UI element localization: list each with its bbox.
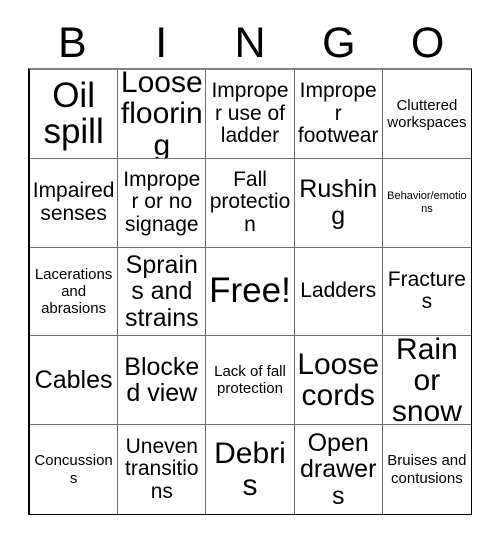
bingo-cell-label: Rain or snow <box>391 336 462 426</box>
bingo-cell[interactable]: Concussions <box>30 425 119 514</box>
bingo-cell-label: Oil spill <box>43 75 104 151</box>
bingo-cell[interactable]: Loose cords <box>294 336 383 426</box>
bingo-cell[interactable]: Improper footwear <box>294 70 383 159</box>
bingo-header-letter-b: B <box>58 19 87 67</box>
bingo-cell-label: Behavior/emotions <box>387 189 467 215</box>
bingo-cell[interactable]: Impaired senses <box>30 158 119 248</box>
bingo-cell-label: Debris <box>214 437 286 502</box>
bingo-cell-label: Fall protection <box>209 167 291 237</box>
bingo-cell-label: Cables <box>34 366 113 395</box>
bingo-cell-label: Bruises and contusions <box>387 452 467 487</box>
bingo-cell-label: Improper use of ladder <box>211 78 289 148</box>
bingo-cell-free[interactable]: Free! <box>206 247 295 337</box>
bingo-cell-label: Improper or no signage <box>123 167 201 237</box>
bingo-cell-label: Improper footwear <box>297 78 379 148</box>
bingo-cell[interactable]: Ladders <box>294 247 383 337</box>
bingo-cell-label: Ladders <box>300 279 377 303</box>
bingo-header-letter-n: N <box>234 19 266 67</box>
bingo-header-row: B I N G O <box>28 18 472 68</box>
bingo-cell[interactable]: Rain or snow <box>382 336 471 426</box>
bingo-cell[interactable]: Lack of fall protection <box>206 336 295 426</box>
bingo-cell[interactable]: Oil spill <box>30 70 119 159</box>
bingo-cell-label: Lack of fall protection <box>214 363 286 398</box>
bingo-cell[interactable]: Sprains and strains <box>118 247 207 337</box>
bingo-card: B I N G O Oil spill Loose flooring Impro… <box>0 0 500 544</box>
bingo-cell[interactable]: Cluttered workspaces <box>382 70 471 159</box>
bingo-header-letter-g: G <box>322 19 356 67</box>
bingo-cell[interactable]: Open drawers <box>294 425 383 514</box>
bingo-cell-label: Concussions <box>34 452 113 487</box>
bingo-cell[interactable]: Lacerations and abrasions <box>30 247 119 337</box>
bingo-free-space-label: Free! <box>209 271 291 311</box>
bingo-cell[interactable]: Cables <box>30 336 119 426</box>
bingo-cell[interactable]: Behavior/emotions <box>382 158 471 248</box>
bingo-cell[interactable]: Loose flooring <box>118 70 207 159</box>
bingo-header-letter-o: O <box>410 19 445 67</box>
bingo-cell-label: Fractures <box>387 267 466 314</box>
bingo-cell[interactable]: Improper use of ladder <box>206 70 295 159</box>
bingo-cell-label: Open drawers <box>299 428 377 510</box>
bingo-header-letter-i: I <box>155 19 168 67</box>
bingo-grid: Oil spill Loose flooring Improper use of… <box>28 68 472 515</box>
bingo-cell-label: Rushing <box>299 175 378 230</box>
bingo-cell[interactable]: Rushing <box>294 158 383 248</box>
bingo-cell-label: Impaired senses <box>32 179 115 225</box>
bingo-cell[interactable]: Bruises and contusions <box>382 425 471 514</box>
bingo-cell-label: Cluttered workspaces <box>387 96 467 131</box>
bingo-cell-label: Uneven transitions <box>125 434 199 503</box>
bingo-cell-label: Blocked view <box>124 352 200 408</box>
bingo-cell-label: Loose flooring <box>120 70 203 159</box>
bingo-cell-label: Sprains and strains <box>124 250 199 332</box>
bingo-cell[interactable]: Blocked view <box>118 336 207 426</box>
bingo-cell-label: Loose cords <box>297 348 380 413</box>
bingo-cell[interactable]: Uneven transitions <box>118 425 207 514</box>
bingo-cell[interactable]: Improper or no signage <box>118 158 207 248</box>
bingo-cell[interactable]: Debris <box>206 425 295 514</box>
bingo-cell[interactable]: Fall protection <box>206 158 295 248</box>
bingo-cell[interactable]: Fractures <box>382 247 471 337</box>
bingo-cell-label: Lacerations and abrasions <box>34 265 113 318</box>
